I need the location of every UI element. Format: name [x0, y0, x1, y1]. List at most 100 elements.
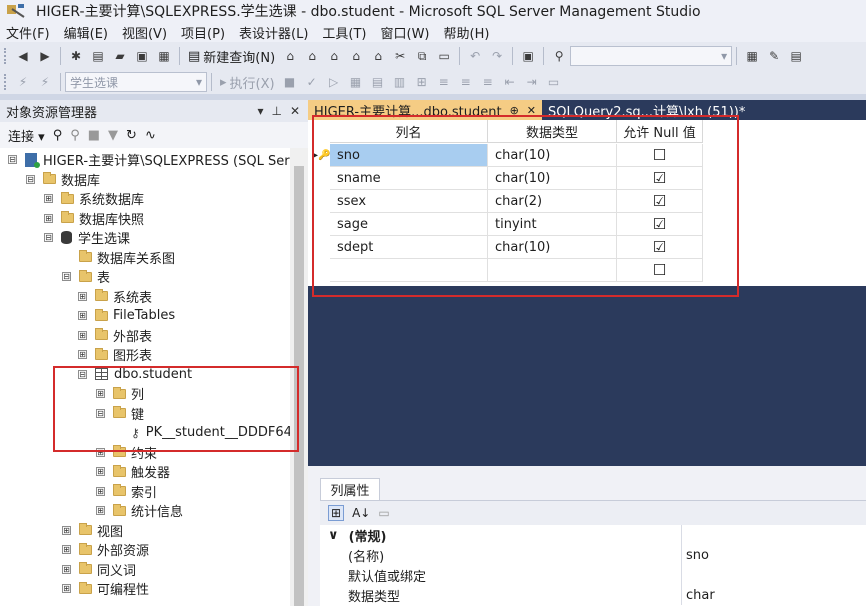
tree-scrollbar[interactable] [290, 148, 308, 606]
stop-icon[interactable]: ■ [88, 128, 100, 143]
allow-nulls-checkbox[interactable]: ☐ [653, 262, 666, 278]
menu-table-designer[interactable]: 表设计器(L) [233, 23, 316, 42]
window-position-dropdown-icon[interactable]: ▾ [257, 104, 263, 118]
tree-item[interactable]: ⊞ 索引 [96, 482, 157, 502]
database-engine-query-icon[interactable]: ⌂ [281, 47, 299, 65]
expand-icon[interactable]: ⊞ [44, 213, 53, 223]
expand-icon[interactable]: ⊞ [62, 584, 71, 594]
tab-column-properties[interactable]: 列属性 [320, 478, 380, 500]
property-row[interactable]: 数据类型 char [320, 585, 866, 605]
tree-item[interactable]: ⊞ 可编程性 [62, 579, 149, 599]
tree-item[interactable]: ⊟ HIGER-主要计算\SQLEXPRESS (SQL Ser [8, 150, 290, 170]
tree-item[interactable]: ⊟ 键 [96, 404, 144, 424]
alphabetical-icon[interactable]: A↓ [352, 506, 370, 520]
property-value[interactable]: char [682, 588, 715, 603]
close-icon[interactable]: ✕ [290, 104, 300, 118]
tree-item[interactable]: ⚷ PK__student__DDDF64 [114, 423, 290, 443]
tree-item[interactable]: ⊞ 视图 [62, 521, 123, 541]
expand-icon[interactable]: ⊞ [78, 330, 87, 340]
mdx-query-icon[interactable]: ⌂ [303, 47, 321, 65]
back-icon[interactable]: ◀ [14, 47, 32, 65]
column-name-cell[interactable]: sno [330, 144, 488, 167]
dmx-query-icon[interactable]: ⌂ [325, 47, 343, 65]
xmla-query-icon[interactable]: ⌂ [347, 47, 365, 65]
activity-monitor-icon[interactable]: ∿ [145, 128, 156, 143]
property-row[interactable]: 默认值或绑定 [320, 565, 866, 585]
save-all-icon[interactable]: ▦ [155, 47, 173, 65]
connect-plug-icon[interactable]: ⚲ [53, 128, 63, 143]
intellisense-icon[interactable]: ≡ [435, 73, 453, 91]
open-file-icon[interactable]: ▰ [111, 47, 129, 65]
results-text-icon[interactable]: ▤ [369, 73, 387, 91]
property-pages-icon[interactable]: ▭ [378, 506, 389, 520]
tree-item[interactable]: ⊞ 列 [96, 384, 144, 404]
increase-indent-icon[interactable]: ⇥ [523, 73, 541, 91]
results-grid-icon[interactable]: ▦ [347, 73, 365, 91]
specify-values-icon[interactable]: ▭ [545, 73, 563, 91]
collapse-icon[interactable]: ⊟ [62, 272, 71, 282]
comment-icon[interactable]: ≡ [457, 73, 475, 91]
new-project-icon[interactable]: ✱ [67, 47, 85, 65]
menu-file[interactable]: 文件(F) [0, 23, 58, 42]
filter-icon[interactable]: ▼ [108, 128, 118, 143]
collapse-icon[interactable]: ⊟ [8, 155, 17, 165]
debug-icon[interactable]: ▷ [325, 73, 343, 91]
column-name-cell[interactable]: sage [330, 213, 488, 236]
allow-nulls-checkbox[interactable]: ☑ [653, 239, 666, 255]
connect-dropdown[interactable]: 连接 ▾ [8, 126, 45, 145]
properties-category[interactable]: ∨ (常规) [320, 525, 866, 545]
menu-tools[interactable]: 工具(T) [316, 23, 374, 42]
expand-icon[interactable]: ⊞ [44, 194, 53, 204]
expand-icon[interactable]: ⊞ [96, 467, 105, 477]
tree-item[interactable]: ⊞ FileTables [78, 306, 175, 326]
save-icon[interactable]: ▣ [133, 47, 151, 65]
toolbar-grip[interactable] [4, 48, 8, 64]
expand-icon[interactable]: ⊞ [96, 486, 105, 496]
categorized-icon[interactable]: ⊞ [328, 505, 345, 521]
menu-window[interactable]: 窗口(W) [375, 23, 438, 42]
data-type-cell[interactable]: char(2) [488, 190, 617, 213]
tab-sqlquery2[interactable]: SQLQuery2.sq...计算\lxh (51))* [542, 100, 751, 120]
collapse-icon[interactable]: ∨ [328, 528, 339, 543]
expand-icon[interactable]: ⊞ [62, 545, 71, 555]
tree-item[interactable]: ⊞ 约束 [96, 443, 157, 463]
dax-query-icon[interactable]: ⌂ [369, 47, 387, 65]
column-name-cell[interactable]: ssex [330, 190, 488, 213]
new-query-button[interactable]: ▤ 新建查询(N) [184, 47, 279, 66]
find-combo[interactable]: ▾ [570, 46, 733, 66]
property-value[interactable]: sno [682, 548, 709, 563]
tree-item[interactable]: 数据库关系图 [62, 248, 175, 268]
object-explorer-icon[interactable]: ▤ [787, 47, 805, 65]
data-type-cell[interactable]: char(10) [488, 167, 617, 190]
execute-button[interactable]: ▸ 执行(X) [216, 73, 279, 92]
expand-icon[interactable]: ⊞ [96, 389, 105, 399]
property-row[interactable]: (名称) sno [320, 545, 866, 565]
expand-icon[interactable]: ⊞ [78, 350, 87, 360]
expand-icon[interactable]: ⊞ [96, 447, 105, 457]
tab-table-designer[interactable]: HIGER-主要计算...dbo.student ⊕ ✕ [308, 100, 542, 120]
tree-item[interactable]: ⊞ 触发器 [96, 462, 170, 482]
tree-item[interactable]: ⊟ 学生选课 [44, 228, 130, 248]
tree-item[interactable]: ⊟ 数据库 [26, 170, 100, 190]
stop-icon[interactable]: ■ [281, 73, 299, 91]
tree-item[interactable]: ⊟ 表 [62, 267, 110, 287]
tree-item[interactable]: ⊞ 图形表 [78, 345, 152, 365]
undo-icon[interactable]: ↶ [466, 47, 484, 65]
copy-icon[interactable]: ⧉ [413, 47, 431, 65]
pin-icon[interactable]: ⊥ [271, 104, 281, 118]
menu-edit[interactable]: 编辑(E) [58, 23, 116, 42]
menu-project[interactable]: 项目(P) [175, 23, 233, 42]
disconnect-icon[interactable]: ⚡ [36, 73, 54, 91]
menu-help[interactable]: 帮助(H) [438, 23, 498, 42]
tree-item[interactable]: ⊞ 统计信息 [96, 501, 183, 521]
tree-item[interactable]: ⊞ 数据库快照 [44, 209, 144, 229]
properties-wrench-icon[interactable]: ✎ [765, 47, 783, 65]
expand-icon[interactable]: ⊞ [96, 506, 105, 516]
registered-servers-icon[interactable]: ▦ [743, 47, 761, 65]
expand-icon[interactable]: ⊞ [78, 311, 87, 321]
tree-item[interactable]: ⊞ 同义词 [62, 560, 136, 580]
column-name-cell[interactable] [330, 259, 488, 282]
allow-nulls-checkbox[interactable]: ☐ [653, 147, 666, 163]
data-type-cell[interactable] [488, 259, 617, 282]
cut-icon[interactable]: ✂ [391, 47, 409, 65]
